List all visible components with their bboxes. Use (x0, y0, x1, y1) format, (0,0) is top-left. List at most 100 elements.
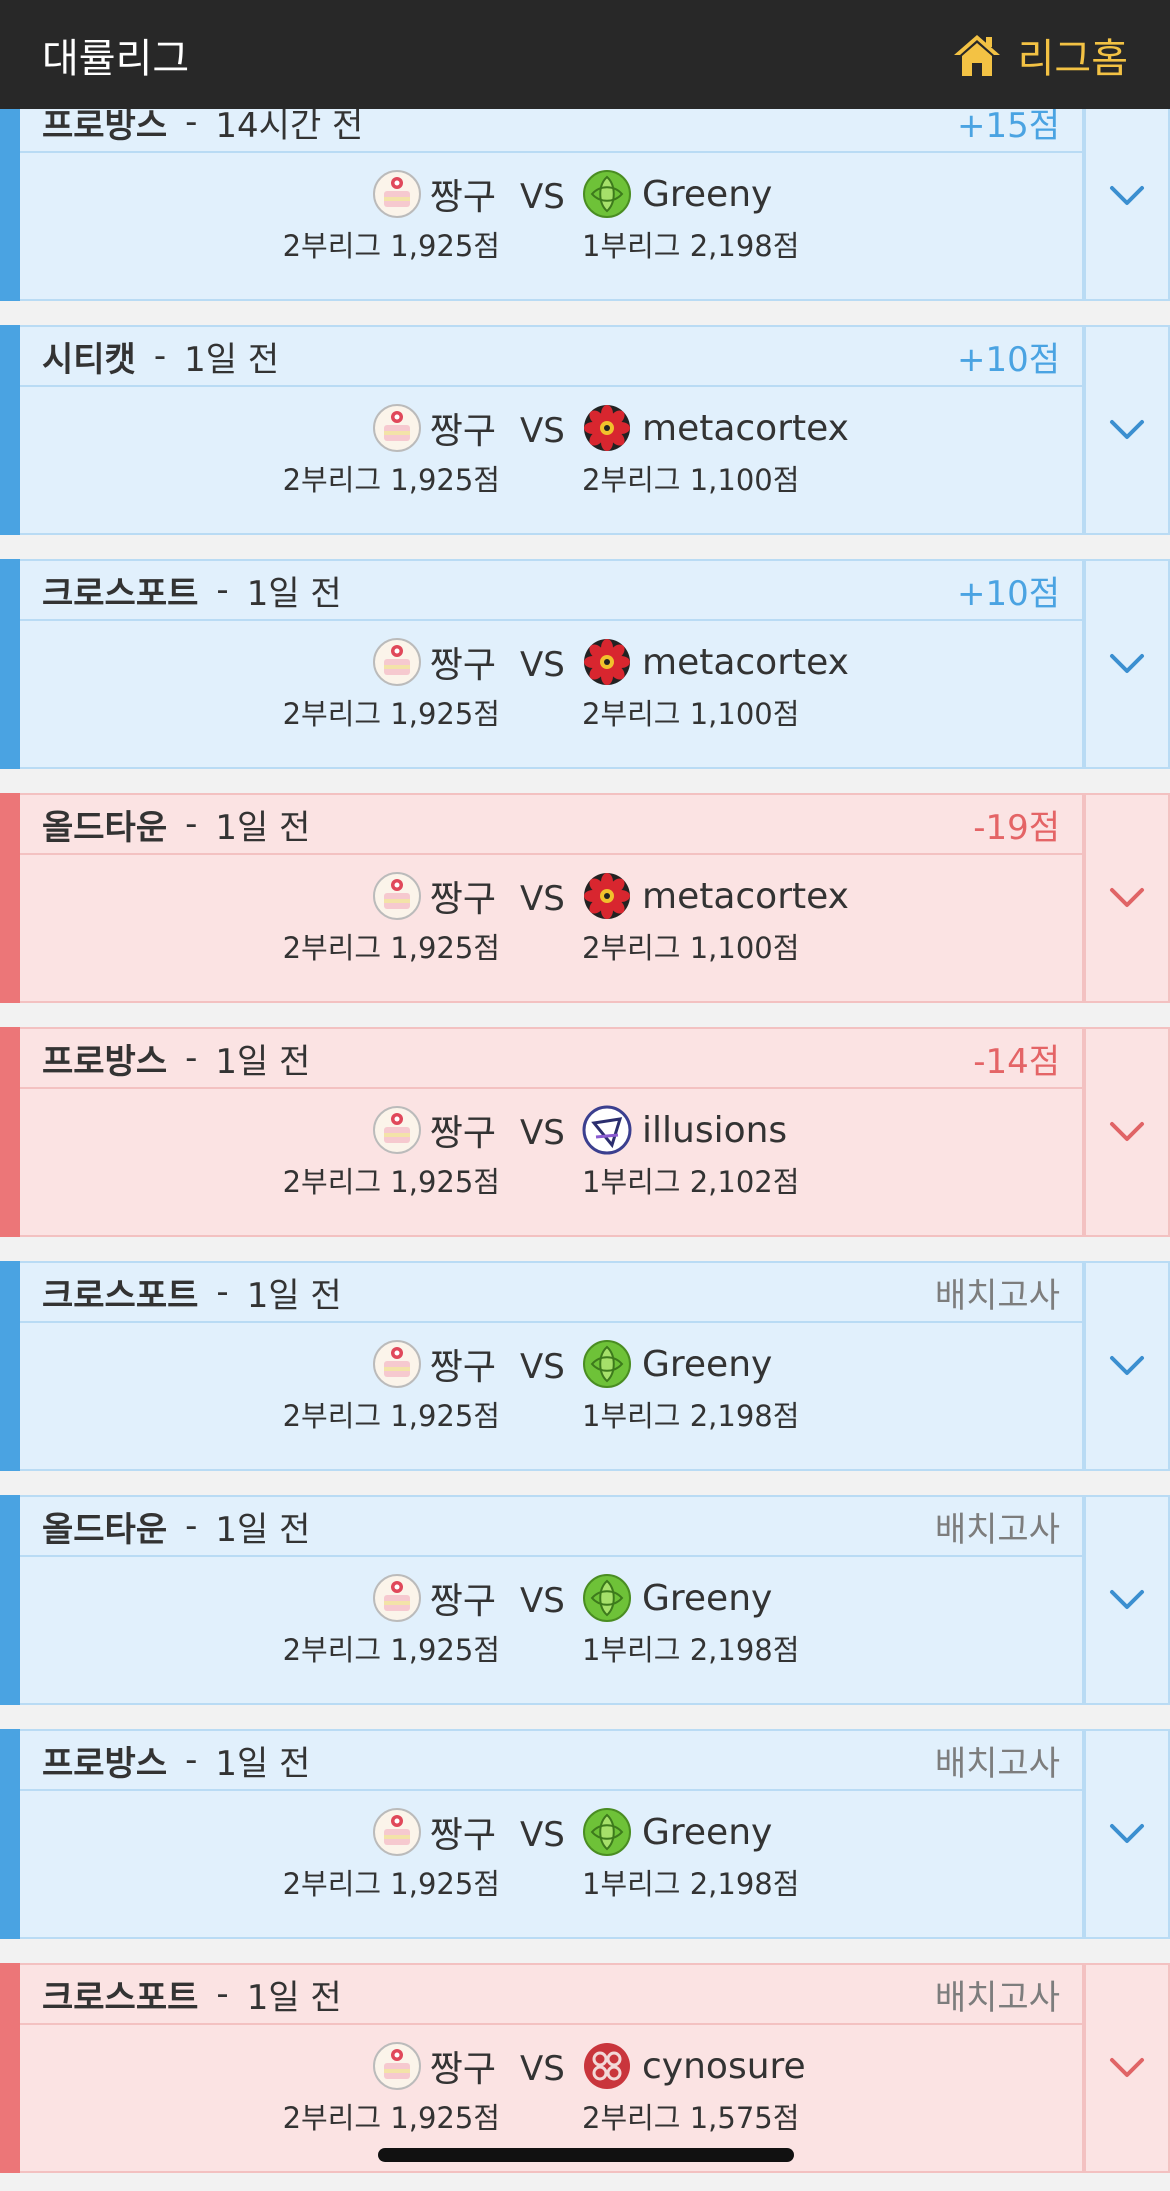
player-opponent[interactable]: Greeny 1부리그 2,198점 (582, 1337, 799, 1435)
player-self[interactable]: 짱구 2부리그 1,925점 (283, 869, 500, 967)
league-home-button[interactable]: 리그홈 (952, 26, 1128, 84)
player-rank: 2부리그 1,925점 (282, 1633, 500, 1667)
cake-avatar-icon (372, 1339, 422, 1389)
player-self[interactable]: 짱구 2부리그 1,925점 (283, 1805, 500, 1903)
player-self[interactable]: 짱구 2부리그 1,925점 (283, 1337, 500, 1435)
match-card[interactable]: 크로스포트 - 1일 전 배치고사 짱구 2부리그 1,925점 VS (20, 1963, 1084, 2173)
expand-button[interactable] (1084, 559, 1170, 769)
outcome-stripe (0, 559, 20, 769)
expand-button[interactable] (1084, 1729, 1170, 1939)
chevron-down-icon (1110, 654, 1144, 673)
chevron-down-icon (1110, 2058, 1144, 2077)
player-rank: 2부리그 1,925점 (282, 2101, 500, 2135)
match-row[interactable]: 올드타운 - 1일 전 배치고사 짱구 2부리그 1,925점 VS Green… (0, 1495, 1170, 1705)
player-opponent[interactable]: cynosure 2부리그 1,575점 (582, 2039, 806, 2137)
player-opponent[interactable]: metacortex 2부리그 1,100점 (582, 401, 849, 499)
cake-avatar-icon (372, 403, 422, 453)
opponent-rank: 2부리그 1,575점 (582, 2101, 800, 2135)
opponent-rank: 2부리그 1,100점 (582, 931, 800, 965)
opponent-name: metacortex (642, 641, 849, 683)
match-card[interactable]: 프로방스 - 14시간 전 +15점 짱구 2부리그 1,925점 VS Gre… (20, 91, 1084, 301)
match-card[interactable]: 크로스포트 - 1일 전 +10점 짱구 2부리그 1,925점 VS meta… (20, 559, 1084, 769)
match-card[interactable]: 프로방스 - 1일 전 -14점 짱구 2부리그 1,925점 VS illus… (20, 1027, 1084, 1237)
map-name: 크로스포트 (42, 1977, 199, 2018)
player-self[interactable]: 짱구 2부리그 1,925점 (283, 167, 500, 265)
match-time: 1일 전 (246, 1275, 342, 1316)
match-row[interactable]: 크로스포트 - 1일 전 배치고사 짱구 2부리그 1,925점 VS (0, 1261, 1170, 1471)
vs-label: VS (520, 1581, 565, 1621)
separator: - (216, 1974, 229, 2014)
separator: - (185, 1506, 198, 1546)
player-name: 짱구 (429, 1581, 496, 1622)
player-opponent[interactable]: metacortex 2부리그 1,100점 (582, 635, 849, 733)
match-header: 크로스포트 - 1일 전 배치고사 (20, 1965, 1082, 2025)
opponent-name: metacortex (642, 875, 849, 917)
player-rank: 2부리그 1,925점 (282, 931, 500, 965)
players: 짱구 2부리그 1,925점 VS illusions 1부리그 2,102점 (20, 1089, 1082, 1235)
player-opponent[interactable]: Greeny 1부리그 2,198점 (582, 1571, 799, 1669)
players: 짱구 2부리그 1,925점 VS metacortex 2부리그 1,100점 (20, 387, 1082, 533)
outcome-stripe (0, 793, 20, 1003)
match-card[interactable]: 올드타운 - 1일 전 배치고사 짱구 2부리그 1,925점 VS Green… (20, 1495, 1084, 1705)
score-change: 배치고사 (934, 1977, 1060, 2018)
separator: - (185, 1740, 198, 1780)
match-card[interactable]: 올드타운 - 1일 전 -19점 짱구 2부리그 1,925점 VS metac… (20, 793, 1084, 1003)
match-card[interactable]: 프로방스 - 1일 전 배치고사 짱구 2부리그 1,925점 VS Green… (20, 1729, 1084, 1939)
cake-avatar-icon (372, 2041, 422, 2091)
match-row[interactable]: 시티캣 - 1일 전 +10점 짱구 2부리그 1,925점 VS metaco… (0, 325, 1170, 535)
players: 짱구 2부리그 1,925점 VS Greeny 1부리그 2,198점 (20, 1323, 1082, 1469)
player-opponent[interactable]: illusions 1부리그 2,102점 (582, 1103, 799, 1201)
score-change: +10점 (956, 339, 1060, 380)
map-name: 올드타운 (42, 807, 168, 848)
player-name: 짱구 (429, 645, 496, 686)
player-self[interactable]: 짱구 2부리그 1,925점 (283, 635, 500, 733)
player-self[interactable]: 짱구 2부리그 1,925점 (283, 2039, 500, 2137)
match-header: 프로방스 - 1일 전 -14점 (20, 1029, 1082, 1089)
expand-button[interactable] (1084, 793, 1170, 1003)
match-row[interactable]: 크로스포트 - 1일 전 +10점 짱구 2부리그 1,925점 VS meta… (0, 559, 1170, 769)
player-opponent[interactable]: metacortex 2부리그 1,100점 (582, 869, 849, 967)
match-card[interactable]: 크로스포트 - 1일 전 배치고사 짱구 2부리그 1,925점 VS (20, 1261, 1084, 1471)
match-header: 크로스포트 - 1일 전 +10점 (20, 561, 1082, 621)
chevron-down-icon (1110, 1356, 1144, 1375)
map-name: 크로스포트 (42, 1275, 199, 1316)
cake-avatar-icon (372, 637, 422, 687)
score-change: 배치고사 (934, 1743, 1060, 1784)
player-self[interactable]: 짱구 2부리그 1,925점 (283, 401, 500, 499)
expand-button[interactable] (1084, 91, 1170, 301)
match-row[interactable]: 프로방스 - 1일 전 -14점 짱구 2부리그 1,925점 VS illus… (0, 1027, 1170, 1237)
score-change: 배치고사 (934, 1509, 1060, 1550)
home-indicator-bar (378, 2148, 794, 2162)
expand-button[interactable] (1084, 1027, 1170, 1237)
expand-button[interactable] (1084, 1495, 1170, 1705)
outcome-stripe (0, 1729, 20, 1939)
match-row[interactable]: 크로스포트 - 1일 전 배치고사 짱구 2부리그 1,925점 VS (0, 1963, 1170, 2173)
expand-button[interactable] (1084, 1261, 1170, 1471)
match-row[interactable]: 프로방스 - 1일 전 배치고사 짱구 2부리그 1,925점 VS Green… (0, 1729, 1170, 1939)
match-card[interactable]: 시티캣 - 1일 전 +10점 짱구 2부리그 1,925점 VS metaco… (20, 325, 1084, 535)
opponent-name: illusions (642, 1109, 788, 1151)
player-opponent[interactable]: Greeny 1부리그 2,198점 (582, 167, 799, 265)
vs-label: VS (520, 645, 565, 685)
chevron-down-icon (1110, 1824, 1144, 1843)
separator: - (153, 336, 167, 376)
league-home-label: 리그홈 (1017, 35, 1128, 82)
flower-avatar-icon (582, 871, 632, 921)
cake-avatar-icon (372, 1807, 422, 1857)
opponent-name: Greeny (642, 173, 773, 215)
opponent-rank: 2부리그 1,100점 (582, 697, 800, 731)
chevron-down-icon (1110, 420, 1144, 439)
player-opponent[interactable]: Greeny 1부리그 2,198점 (582, 1805, 799, 1903)
player-self[interactable]: 짱구 2부리그 1,925점 (283, 1103, 500, 1201)
players: 짱구 2부리그 1,925점 VS Greeny 1부리그 2,198점 (20, 153, 1082, 299)
match-row[interactable]: 올드타운 - 1일 전 -19점 짱구 2부리그 1,925점 VS metac… (0, 793, 1170, 1003)
map-name: 크로스포트 (42, 573, 199, 614)
expand-button[interactable] (1084, 1963, 1170, 2173)
expand-button[interactable] (1084, 325, 1170, 535)
player-name: 짱구 (429, 1113, 496, 1154)
player-self[interactable]: 짱구 2부리그 1,925점 (283, 1571, 500, 1669)
players: 짱구 2부리그 1,925점 VS metacortex 2부리그 1,100점 (20, 621, 1082, 767)
opponent-name: Greeny (642, 1577, 773, 1619)
match-row[interactable]: 프로방스 - 14시간 전 +15점 짱구 2부리그 1,925점 VS Gre… (0, 91, 1170, 301)
cynosure-avatar-icon (582, 2041, 632, 2091)
